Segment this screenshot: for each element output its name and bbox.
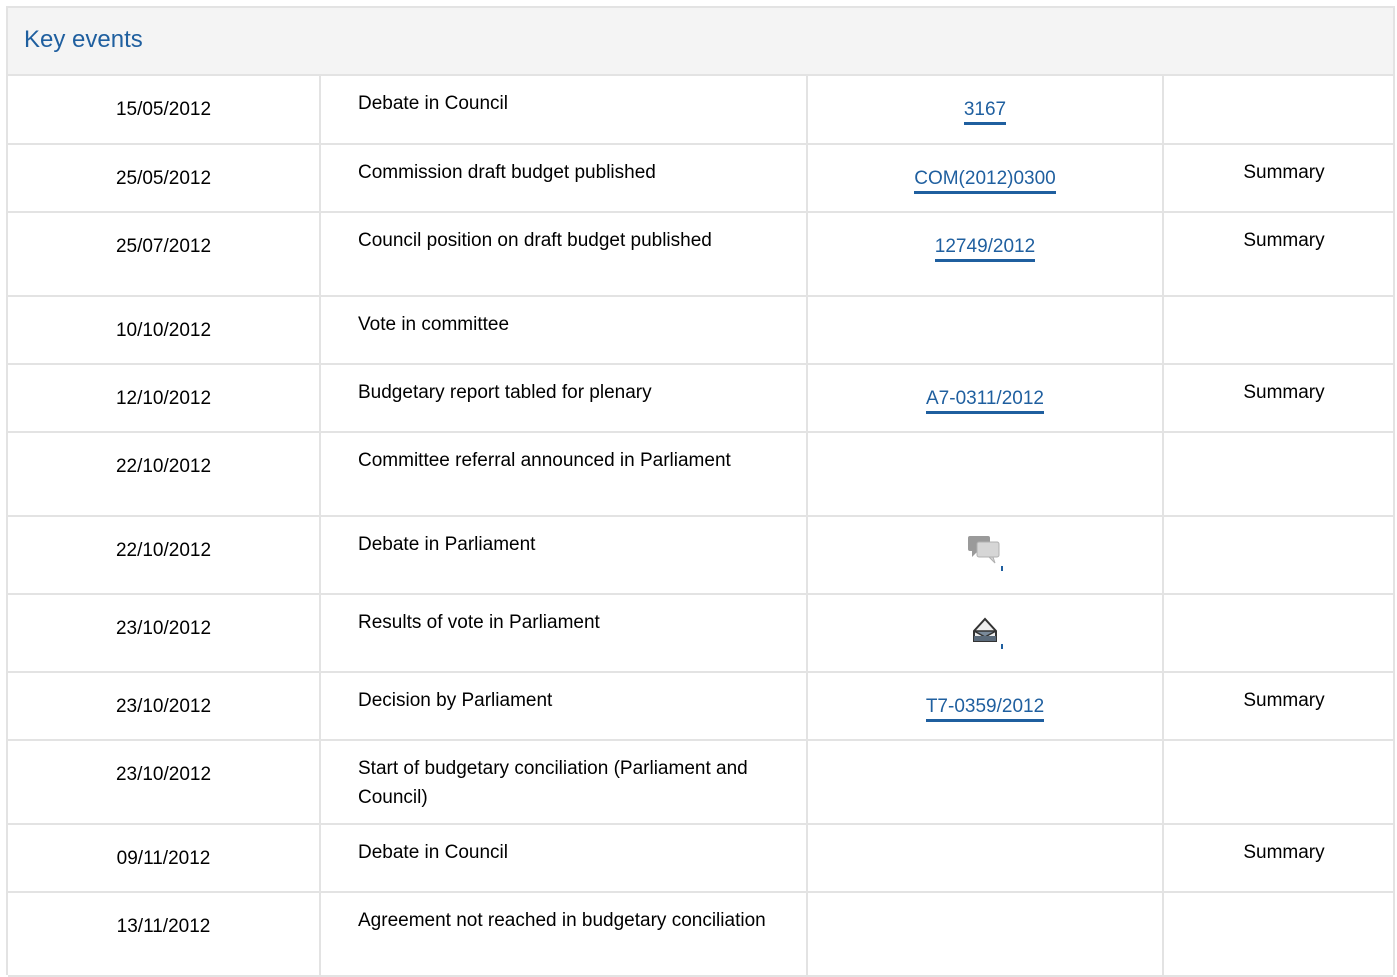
event-date: 23/10/2012: [8, 740, 321, 825]
event-date: 15/05/2012: [8, 76, 321, 145]
key-events-panel: Key events 15/05/2012 Debate in Council …: [6, 6, 1395, 977]
event-summary: [1163, 516, 1393, 595]
event-reference-cell: T7-0359/2012: [807, 672, 1164, 741]
event-reference-cell: [807, 740, 1164, 825]
event-summary: Summary: [1163, 144, 1393, 213]
event-date: 25/07/2012: [8, 212, 321, 297]
event-date: 09/11/2012: [8, 824, 321, 893]
reference-link[interactable]: 3167: [963, 99, 1007, 125]
event-reference-cell: [807, 594, 1164, 673]
event-summary: [1163, 594, 1393, 673]
event-description: Agreement not reached in budgetary conci…: [320, 892, 808, 977]
event-description: Vote in committee: [320, 296, 808, 365]
event-reference-cell: 3167: [807, 76, 1164, 145]
event-summary: [1163, 892, 1393, 977]
event-summary: [1163, 740, 1393, 825]
event-reference-cell: COM(2012)0300: [807, 144, 1164, 213]
event-date: 10/10/2012: [8, 296, 321, 365]
event-date: 23/10/2012: [8, 594, 321, 673]
event-description: Debate in Council: [320, 824, 808, 893]
event-summary: [1163, 432, 1393, 517]
table-row: 12/10/2012 Budgetary report tabled for p…: [8, 364, 1393, 433]
event-description: Debate in Parliament: [320, 516, 808, 595]
event-summary: Summary: [1163, 672, 1393, 741]
event-description: Budgetary report tabled for plenary: [320, 364, 808, 433]
event-reference-cell: [807, 516, 1164, 595]
table-row: 23/10/2012 Decision by Parliament T7-035…: [8, 672, 1393, 741]
event-description: Debate in Council: [320, 76, 808, 145]
event-summary: Summary: [1163, 364, 1393, 433]
table-row: 25/05/2012 Commission draft budget publi…: [8, 144, 1393, 213]
ballot-box-vote-icon[interactable]: [965, 611, 1005, 649]
event-description: Committee referral announced in Parliame…: [320, 432, 808, 517]
table-row: 23/10/2012 Results of vote in Parliament: [8, 594, 1393, 673]
table-row: 25/07/2012 Council position on draft bud…: [8, 212, 1393, 297]
event-date: 22/10/2012: [8, 516, 321, 595]
event-reference-cell: [807, 824, 1164, 893]
event-date: 12/10/2012: [8, 364, 321, 433]
table-row: 10/10/2012 Vote in committee: [8, 296, 1393, 365]
event-date: 22/10/2012: [8, 432, 321, 517]
event-reference-cell: A7-0311/2012: [807, 364, 1164, 433]
table-row: 22/10/2012 Committee referral announced …: [8, 432, 1393, 517]
reference-link[interactable]: A7-0311/2012: [926, 388, 1044, 414]
event-summary: Summary: [1163, 824, 1393, 893]
event-date: 13/11/2012: [8, 892, 321, 977]
key-events-table: 15/05/2012 Debate in Council 3167 25/05/…: [8, 76, 1393, 977]
key-events-table-body: 15/05/2012 Debate in Council 3167 25/05/…: [8, 76, 1393, 977]
event-reference-cell: [807, 892, 1164, 977]
panel-title: Key events: [24, 26, 143, 53]
table-row: 13/11/2012 Agreement not reached in budg…: [8, 892, 1393, 977]
table-row: 23/10/2012 Start of budgetary conciliati…: [8, 740, 1393, 825]
debate-speech-bubbles-icon[interactable]: [965, 533, 1005, 571]
reference-link[interactable]: T7-0359/2012: [925, 696, 1045, 722]
event-summary: [1163, 76, 1393, 145]
event-date: 25/05/2012: [8, 144, 321, 213]
event-reference-cell: 12749/2012: [807, 212, 1164, 297]
event-description: Results of vote in Parliament: [320, 594, 808, 673]
event-description: Decision by Parliament: [320, 672, 808, 741]
event-description: Council position on draft budget publish…: [320, 212, 808, 297]
event-date: 23/10/2012: [8, 672, 321, 741]
table-row: 15/05/2012 Debate in Council 3167: [8, 76, 1393, 145]
table-row: 09/11/2012 Debate in Council Summary: [8, 824, 1393, 893]
reference-link[interactable]: 12749/2012: [934, 236, 1036, 262]
event-description: Commission draft budget published: [320, 144, 808, 213]
event-reference-cell: [807, 296, 1164, 365]
reference-link[interactable]: COM(2012)0300: [914, 168, 1056, 194]
event-description: Start of budgetary conciliation (Parliam…: [320, 740, 808, 825]
event-summary: Summary: [1163, 212, 1393, 297]
panel-header: Key events: [8, 8, 1393, 76]
event-reference-cell: [807, 432, 1164, 517]
event-summary: [1163, 296, 1393, 365]
table-row: 22/10/2012 Debate in Parliament: [8, 516, 1393, 595]
